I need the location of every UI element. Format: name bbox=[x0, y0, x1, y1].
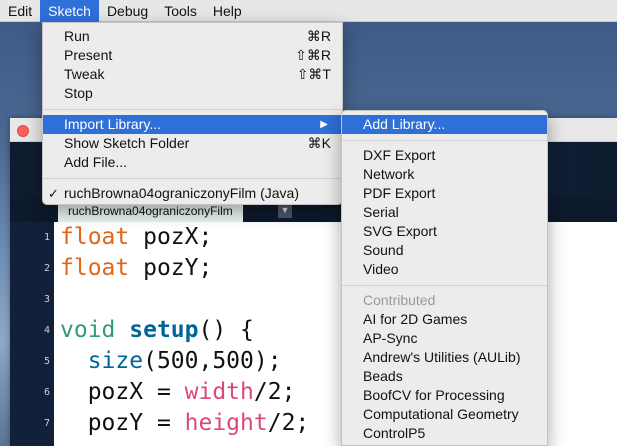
code-keyword: float bbox=[60, 224, 130, 250]
code-text: pozY = bbox=[87, 410, 185, 436]
shortcut: ⇧⌘R bbox=[295, 47, 331, 63]
code-text: (500,500); bbox=[143, 348, 282, 374]
code-builtin: height bbox=[184, 410, 268, 436]
line-number: 1 bbox=[43, 232, 50, 243]
line-number: 4 bbox=[43, 325, 50, 336]
shortcut: ⇧⌘T bbox=[296, 66, 331, 82]
library-item[interactable]: Network bbox=[342, 165, 547, 184]
code-text: /2; bbox=[253, 379, 296, 405]
menu-separator bbox=[43, 109, 342, 110]
library-item[interactable]: SVG Export bbox=[342, 222, 547, 241]
menu-item-show-sketch-folder[interactable]: Show Sketch Folder ⌘K bbox=[43, 134, 342, 153]
library-item[interactable]: Computational Geometry bbox=[342, 405, 547, 424]
line-number: 7 bbox=[43, 418, 50, 429]
menu-item-present[interactable]: Present ⇧⌘R bbox=[43, 46, 342, 65]
menu-debug[interactable]: Debug bbox=[99, 0, 156, 22]
menu-item-label: Import Library... bbox=[64, 116, 161, 132]
menu-help[interactable]: Help bbox=[205, 0, 250, 22]
code-builtin: width bbox=[184, 379, 254, 405]
menu-item-import-library[interactable]: Import Library... ▶ bbox=[43, 115, 342, 134]
menu-item-label: Stop bbox=[64, 85, 93, 101]
code-function: setup bbox=[129, 317, 199, 343]
menu-item-label: Present bbox=[64, 47, 113, 63]
menu-item-label: Run bbox=[64, 28, 90, 44]
menubar: Edit Sketch Debug Tools Help bbox=[0, 0, 617, 22]
menu-item-current-sketch[interactable]: ✓ ruchBrowna04ograniczonyFilm (Java) bbox=[43, 184, 342, 203]
library-item[interactable]: Beads bbox=[342, 367, 547, 386]
library-item[interactable]: BoofCV for Processing bbox=[342, 386, 547, 405]
library-item[interactable]: Video bbox=[342, 260, 547, 279]
code-text: pozX; bbox=[129, 224, 213, 250]
menu-item-add-library[interactable]: Add Library... bbox=[342, 115, 547, 134]
menu-item-tweak[interactable]: Tweak ⇧⌘T bbox=[43, 65, 342, 84]
code-text: () { bbox=[198, 317, 254, 343]
menu-item-label: Add File... bbox=[64, 154, 128, 170]
library-item[interactable]: Andrew's Utilities (AULib) bbox=[342, 348, 547, 367]
line-number: 5 bbox=[43, 356, 50, 367]
submenu-arrow-icon: ▶ bbox=[320, 119, 328, 130]
code-text: pozY; bbox=[129, 255, 213, 281]
code-function: size bbox=[87, 348, 144, 374]
line-number: 2 bbox=[43, 263, 50, 274]
line-number: 6 bbox=[43, 387, 50, 398]
library-item[interactable]: AP-Sync bbox=[342, 329, 547, 348]
close-window-button[interactable] bbox=[17, 125, 29, 137]
checkmark-icon: ✓ bbox=[48, 186, 59, 201]
menu-tools[interactable]: Tools bbox=[156, 0, 205, 22]
code-keyword: float bbox=[60, 255, 130, 281]
line-number: 3 bbox=[43, 294, 50, 305]
library-item[interactable]: Sound bbox=[342, 241, 547, 260]
library-item[interactable]: AI for 2D Games bbox=[342, 310, 547, 329]
menu-separator bbox=[342, 285, 547, 286]
menu-item-run[interactable]: Run ⌘R bbox=[43, 27, 342, 46]
import-library-submenu: Add Library... DXF Export Network PDF Ex… bbox=[341, 110, 548, 446]
menu-item-label: Tweak bbox=[64, 66, 105, 82]
menu-item-label: Show Sketch Folder bbox=[64, 135, 190, 151]
code-keyword: void bbox=[60, 317, 116, 343]
menu-item-stop[interactable]: Stop bbox=[43, 84, 342, 103]
menu-item-label: ruchBrowna04ograniczonyFilm (Java) bbox=[64, 185, 299, 201]
menu-sketch[interactable]: Sketch bbox=[40, 0, 99, 22]
code-text: pozX = bbox=[87, 379, 185, 405]
library-item[interactable]: PDF Export bbox=[342, 184, 547, 203]
code-text: /2; bbox=[267, 410, 310, 436]
shortcut: ⌘R bbox=[306, 28, 331, 44]
sketch-menu: Run ⌘R Present ⇧⌘R Tweak ⇧⌘T Stop Import Li… bbox=[42, 22, 343, 205]
menu-edit[interactable]: Edit bbox=[0, 0, 40, 22]
contributed-header: Contributed bbox=[363, 292, 436, 308]
menu-separator bbox=[43, 178, 342, 179]
menu-item-add-file[interactable]: Add File... bbox=[43, 153, 342, 172]
library-item[interactable]: DXF Export bbox=[342, 146, 547, 165]
library-item[interactable]: Serial bbox=[342, 203, 547, 222]
line-number-gutter: 1 2 3 4 5 6 7 bbox=[10, 222, 54, 446]
shortcut: ⌘K bbox=[307, 135, 331, 151]
library-item[interactable]: ControlP5 bbox=[342, 424, 547, 443]
menu-separator bbox=[342, 140, 547, 141]
